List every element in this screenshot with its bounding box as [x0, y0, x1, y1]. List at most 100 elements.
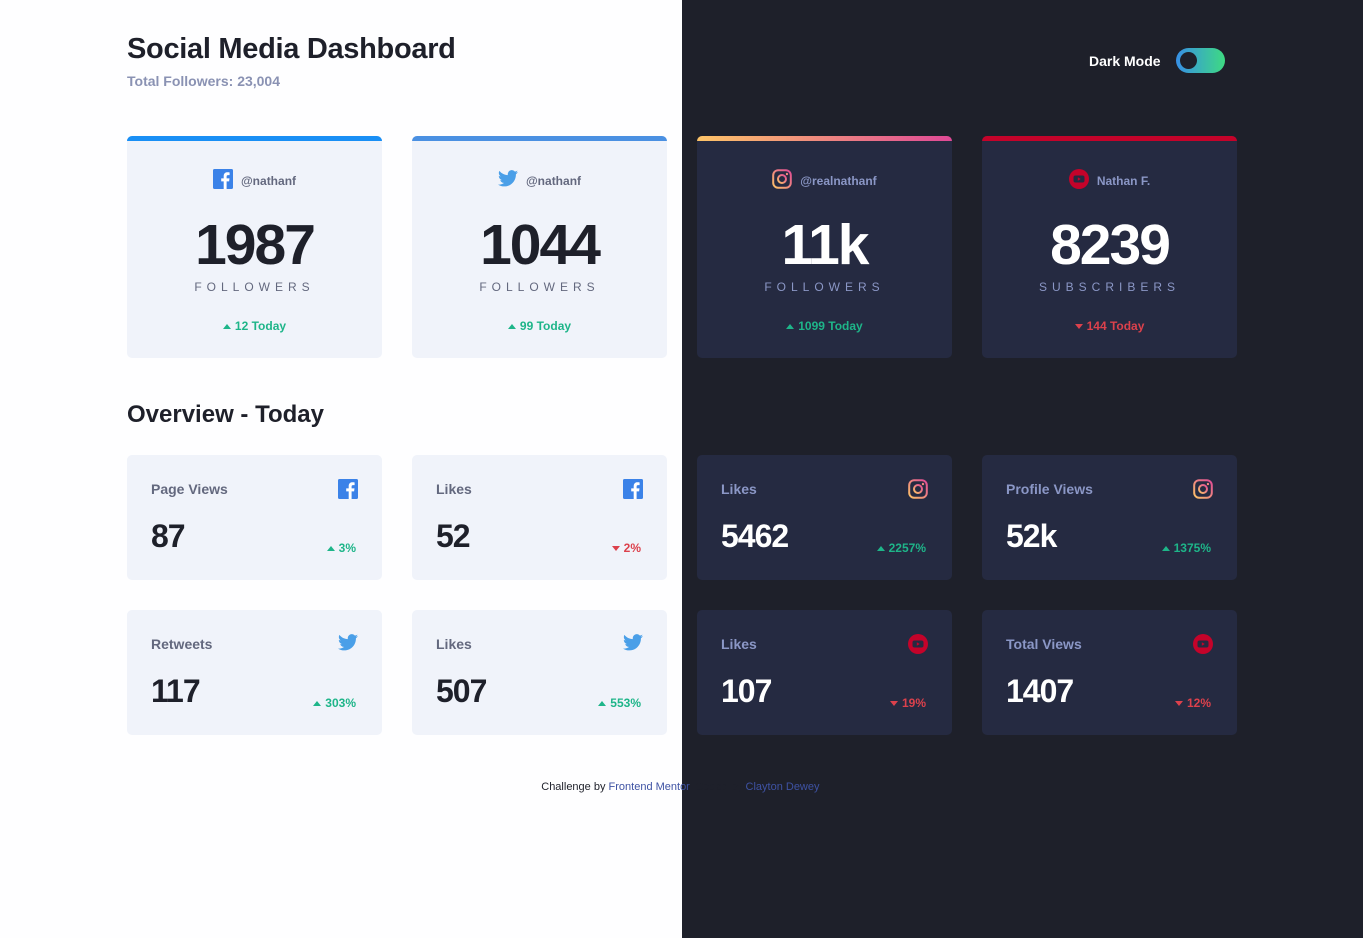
follower-unit: SUBSCRIBERS — [1038, 280, 1181, 294]
twitter-icon — [338, 634, 358, 656]
metric-label: Likes — [721, 481, 757, 497]
instagram-icon — [772, 168, 793, 194]
percent-change-text: 303% — [325, 696, 356, 710]
arrow-up-icon — [598, 700, 607, 706]
today-change-text: 144 Today — [1086, 319, 1145, 333]
arrow-up-icon — [1161, 545, 1170, 551]
metric-value: 52k — [1006, 518, 1057, 554]
overview-card-instagram-likes[interactable]: Likes 5462 2257% — [697, 455, 952, 580]
arrow-up-icon — [222, 323, 231, 329]
handle-row: @nathanf — [412, 170, 667, 192]
facebook-icon — [623, 479, 643, 504]
arrow-up-icon — [313, 700, 322, 706]
card-top-border — [412, 136, 667, 141]
card-top-border — [697, 136, 952, 141]
metric-label: Likes — [436, 636, 472, 652]
footer-middle: . Coded by — [689, 781, 746, 793]
follower-card-facebook[interactable]: @nathanf 1987 FOLLOWERS 12 Today — [127, 136, 382, 358]
arrow-down-icon — [611, 545, 620, 551]
percent-change-text: 12% — [1186, 696, 1211, 710]
percent-change: 12% — [1174, 696, 1211, 710]
handle-text: @nathanf — [525, 174, 582, 188]
percent-change: 1375% — [1161, 541, 1211, 555]
overview-card-twitter-retweets[interactable]: Retweets 117 303% — [127, 610, 382, 735]
metric-value: 87 — [151, 518, 186, 554]
percent-change-text: 19% — [901, 696, 926, 710]
handle-text: @nathanf — [240, 174, 297, 188]
follower-count: 11k — [781, 213, 870, 277]
percent-change: 19% — [889, 696, 926, 710]
overview-card-youtube-likes[interactable]: Likes 107 19% — [697, 610, 952, 735]
instagram-icon — [1193, 479, 1213, 504]
arrow-down-icon — [1174, 700, 1183, 706]
today-change-text: 12 Today — [234, 319, 287, 333]
follower-count: 1987 — [195, 213, 316, 277]
percent-change: 553% — [598, 696, 641, 710]
facebook-icon — [338, 479, 358, 504]
percent-change: 2257% — [876, 541, 926, 555]
percent-change-text: 2% — [623, 541, 641, 555]
today-change-text: 99 Today — [519, 319, 572, 333]
handle-text: Nathan F. — [1096, 174, 1151, 188]
frontend-mentor-link[interactable]: Frontend Mentor — [609, 781, 690, 793]
follower-card-youtube[interactable]: Nathan F. 8239 SUBSCRIBERS 144 Today — [982, 136, 1237, 358]
follower-card-instagram[interactable]: @realnathanf 11k FOLLOWERS 1099 Today — [697, 136, 952, 358]
follower-card-twitter[interactable]: @nathanf 1044 FOLLOWERS 99 Today — [412, 136, 667, 358]
overview-card-youtube-total-views[interactable]: Total Views 1407 12% — [982, 610, 1237, 735]
author-link[interactable]: Clayton Dewey — [746, 781, 819, 793]
youtube-icon — [1068, 168, 1089, 194]
percent-change: 3% — [326, 541, 356, 555]
handle-row: @nathanf — [127, 168, 382, 194]
arrow-up-icon — [876, 545, 885, 551]
overview-card-twitter-likes[interactable]: Likes 507 553% — [412, 610, 667, 735]
overview-card-facebook-likes[interactable]: Likes 52 2% — [412, 455, 667, 580]
dark-mode-label: Dark Mode — [1089, 53, 1161, 69]
today-change: 99 Today — [412, 319, 667, 333]
arrow-up-icon — [786, 323, 795, 329]
today-change: 1099 Today — [697, 319, 952, 333]
metric-label: Retweets — [151, 636, 213, 652]
today-change: 144 Today — [982, 319, 1237, 333]
toggle-knob[interactable] — [1180, 52, 1197, 69]
metric-value: 107 — [721, 673, 772, 709]
handle-row: Nathan F. — [982, 168, 1237, 194]
percent-change: 303% — [313, 696, 356, 710]
percent-change-text: 2257% — [888, 541, 926, 555]
arrow-up-icon — [507, 323, 516, 329]
overview-card-instagram-profile-views[interactable]: Profile Views 52k 1375% — [982, 455, 1237, 580]
page-title: Social Media Dashboard — [127, 33, 456, 65]
footer-prefix: Challenge by — [541, 781, 609, 793]
today-change: 12 Today — [127, 319, 382, 333]
metric-label: Total Views — [1006, 636, 1082, 652]
follower-unit: FOLLOWERS — [194, 280, 315, 294]
arrow-down-icon — [1074, 323, 1083, 329]
metric-label: Likes — [436, 481, 472, 497]
card-top-border — [127, 136, 382, 141]
metric-label: Page Views — [151, 481, 228, 497]
metric-value: 5462 — [721, 518, 789, 554]
follower-count: 1044 — [480, 213, 601, 277]
attribution-footer: Challenge by Frontend Mentor. Coded by C… — [0, 781, 1363, 793]
metric-value: 1407 — [1006, 673, 1074, 709]
arrow-up-icon — [326, 545, 335, 551]
percent-change-text: 553% — [610, 696, 641, 710]
today-change-text: 1099 Today — [798, 319, 863, 333]
total-followers: Total Followers: 23,004 — [127, 73, 281, 89]
metric-label: Likes — [721, 636, 757, 652]
arrow-down-icon — [889, 700, 898, 706]
youtube-icon — [908, 634, 928, 659]
percent-change-text: 1375% — [1173, 541, 1211, 555]
twitter-icon — [623, 634, 643, 656]
dark-mode-toggle[interactable] — [1176, 48, 1225, 73]
handle-row: @realnathanf — [697, 168, 952, 194]
percent-change: 2% — [611, 541, 641, 555]
overview-card-facebook-page-views[interactable]: Page Views 87 3% — [127, 455, 382, 580]
overview-title: Overview - Today — [127, 401, 324, 428]
footer-suffix: . — [818, 781, 822, 793]
facebook-icon — [212, 168, 233, 194]
follower-count: 8239 — [1050, 213, 1171, 277]
card-top-border — [982, 136, 1237, 141]
handle-text: @realnathanf — [800, 174, 877, 188]
metric-value: 507 — [436, 673, 487, 709]
metric-value: 117 — [151, 673, 201, 709]
